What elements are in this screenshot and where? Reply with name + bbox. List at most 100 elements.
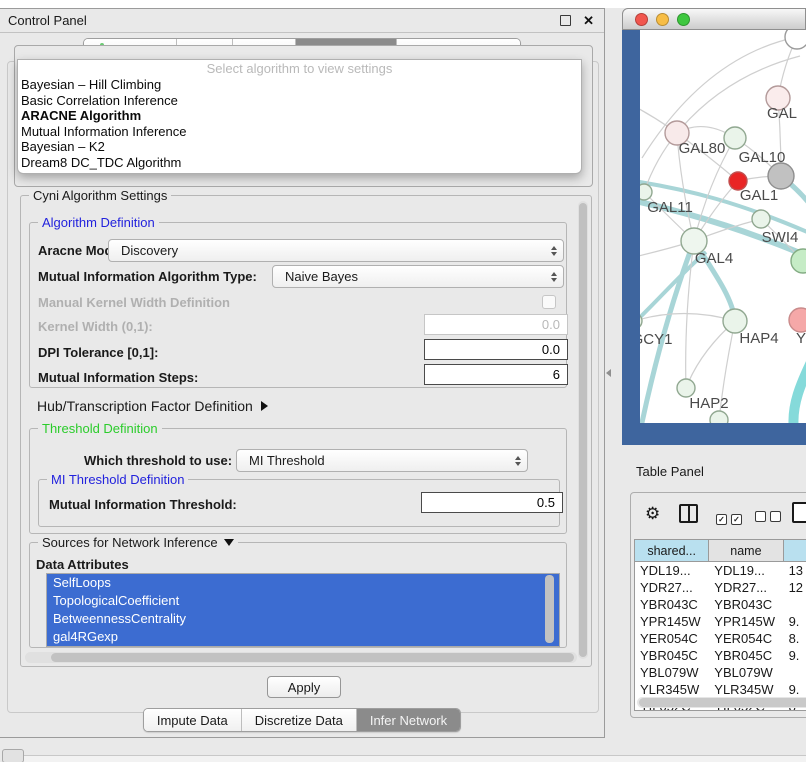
attribute-item-gal4rgexp[interactable]: gal4RGexp — [47, 628, 559, 646]
manual-kernel-width-label: Manual Kernel Width Definition — [38, 295, 230, 310]
network-window-titlebar[interactable] — [622, 8, 806, 30]
mi-algorithm-type-select[interactable]: Naive Bayes — [272, 265, 564, 288]
float-window-icon[interactable] — [560, 15, 571, 26]
table-horizontal-scrollbar[interactable] — [637, 697, 806, 708]
attribute-item-topologicalcoefficient[interactable]: TopologicalCoefficient — [47, 592, 559, 610]
expand-right-icon — [261, 401, 268, 411]
gear-icon[interactable]: ⚙ — [645, 505, 660, 522]
tab-impute-data[interactable]: Impute Data — [144, 709, 241, 731]
network-edge[interactable] — [793, 352, 806, 423]
mac-minimize-button[interactable] — [656, 13, 669, 26]
mi-threshold-group: MI Threshold Definition Mutual Informati… — [38, 479, 560, 527]
table-row[interactable]: YBR045CYBR045C9. — [635, 647, 806, 664]
scrollbar-thumb[interactable] — [545, 575, 554, 643]
attributes-scrollbar[interactable] — [545, 574, 554, 644]
algorithm-option-bayesian-hill-climbing[interactable]: Bayesian – Hill Climbing — [18, 77, 581, 93]
mi-threshold-input[interactable] — [421, 492, 563, 513]
node-label-gal11: GAL11 — [647, 199, 693, 216]
algorithm-option-aracne-algorithm[interactable]: ARACNE Algorithm — [18, 108, 581, 124]
node-table: shared...nameA YDL19...YDL19...13YDR27..… — [634, 539, 806, 711]
table-cell: YER054C — [635, 630, 709, 647]
table-row[interactable]: YER054CYER054C8. — [635, 630, 806, 647]
scrollbar-thumb[interactable] — [639, 698, 806, 707]
column-header-name[interactable]: name — [709, 540, 783, 561]
deselect-all-columns-icon[interactable] — [755, 509, 785, 527]
table-cell: YER054C — [709, 630, 783, 647]
tab-label: Infer Network — [370, 713, 447, 728]
node-label-gcy1: GCY1 — [640, 331, 672, 348]
select-all-columns-icon[interactable]: ✓✓ — [716, 509, 746, 527]
scrollbar-thumb[interactable] — [51, 653, 574, 662]
network-node-gal10[interactable] — [724, 127, 746, 149]
dpi-tolerance-input[interactable] — [424, 339, 568, 360]
cyni-algorithm-settings-group: Cyni Algorithm Settings Algorithm Defini… — [20, 195, 592, 667]
data-attributes-label: Data Attributes — [36, 557, 129, 572]
manual-kernel-width-checkbox[interactable] — [542, 295, 556, 309]
aracne-mode-value: Discovery — [121, 243, 178, 258]
export-table-icon[interactable] — [792, 502, 806, 523]
attribute-item-betweennesscentrality[interactable]: BetweennessCentrality — [47, 610, 559, 628]
settings-vertical-scrollbar[interactable] — [578, 201, 588, 659]
algorithm-option-bayesian-k2[interactable]: Bayesian – K2 — [18, 139, 581, 155]
table-cell: YDR27... — [709, 579, 783, 596]
column-header-a[interactable]: A — [784, 540, 806, 561]
table-cell: YDL19... — [709, 562, 783, 579]
network-node[interactable] — [710, 411, 728, 423]
apply-button[interactable]: Apply — [267, 676, 341, 698]
bottom-tab-group: Impute Data Discretize Data Infer Network — [143, 708, 461, 732]
table-row[interactable]: YBR043CYBR043C — [635, 596, 806, 613]
collapsed-panel-button[interactable] — [2, 749, 24, 762]
table-row[interactable]: YDR27...YDR27...12 — [635, 579, 806, 596]
column-header-shared[interactable]: shared... — [635, 540, 709, 561]
algorithm-option-mutual-information-inference[interactable]: Mutual Information Inference — [18, 124, 581, 140]
table-cell: YBL079W — [709, 664, 783, 681]
columns-icon[interactable] — [679, 504, 698, 523]
sources-group-title[interactable]: Sources for Network Inference — [38, 535, 238, 550]
node-label-y: Y — [796, 330, 806, 347]
table-cell: YLR345W — [635, 681, 709, 698]
attribute-item-selfloops[interactable]: SelfLoops — [47, 574, 559, 592]
algorithm-dropdown-popup: Select algorithm to view settings Bayesi… — [17, 59, 582, 174]
table-body: YDL19...YDL19...13YDR27...YDR27...12YBR0… — [635, 562, 806, 711]
panel-splitter-handle[interactable] — [606, 369, 611, 377]
table-cell: YBL079W — [635, 664, 709, 681]
node-label-gal1: GAL1 — [740, 187, 778, 204]
network-node[interactable] — [785, 30, 806, 49]
mac-close-button[interactable] — [635, 13, 648, 26]
mac-zoom-button[interactable] — [677, 13, 690, 26]
network-canvas[interactable]: GALGAL80GAL10GAL1GAL11SWI4GAL4GCY1HAP4YH… — [640, 30, 806, 423]
kernel-width-label: Kernel Width (0,1): — [38, 319, 153, 334]
table-row[interactable]: YBL079WYBL079W — [635, 664, 806, 681]
algorithm-definition-title: Algorithm Definition — [38, 215, 159, 230]
hub-definition-toggle[interactable]: Hub/Transcription Factor Definition — [37, 398, 268, 414]
algorithm-definition-group: Algorithm Definition Aracne Mode: Discov… — [29, 222, 567, 388]
which-threshold-select[interactable]: MI Threshold — [236, 449, 528, 472]
aracne-mode-select[interactable]: Discovery — [108, 239, 564, 262]
network-node-y[interactable] — [789, 308, 806, 332]
tab-label: Impute Data — [157, 713, 228, 728]
algorithm-option-list: Bayesian – Hill ClimbingBasic Correlatio… — [18, 77, 581, 170]
tab-infer-network[interactable]: Infer Network — [356, 709, 460, 731]
tab-discretize-data[interactable]: Discretize Data — [241, 709, 356, 731]
data-attributes-list[interactable]: SelfLoopsTopologicalCoefficientBetweenne… — [46, 573, 560, 647]
dpi-tolerance-label: DPI Tolerance [0,1]: — [38, 345, 158, 360]
table-cell: 12 — [784, 579, 806, 596]
scrollbar-thumb[interactable] — [579, 203, 587, 657]
algorithm-option-dream8-dc-tdc-algorithm[interactable]: Dream8 DC_TDC Algorithm — [18, 155, 581, 171]
network-node[interactable] — [768, 163, 794, 189]
table-cell: YBR045C — [635, 647, 709, 664]
hub-definition-label: Hub/Transcription Factor Definition — [37, 398, 253, 414]
table-row[interactable]: YPR145WYPR145W9. — [635, 613, 806, 630]
network-view-window: GALGAL80GAL10GAL1GAL11SWI4GAL4GCY1HAP4YH… — [622, 8, 806, 445]
table-row[interactable]: YLR345WYLR345W9. — [635, 681, 806, 698]
network-node-gal1[interactable] — [752, 210, 770, 228]
mi-steps-input[interactable] — [424, 364, 568, 385]
close-icon[interactable]: ✕ — [583, 14, 594, 27]
algorithm-option-basic-correlation-inference[interactable]: Basic Correlation Inference — [18, 93, 581, 109]
table-cell: 13 — [784, 562, 806, 579]
network-node-gal11[interactable] — [640, 184, 652, 200]
table-row[interactable]: YDL19...YDL19...13 — [635, 562, 806, 579]
settings-horizontal-scrollbar[interactable] — [25, 652, 577, 663]
kernel-width-input[interactable] — [424, 314, 568, 335]
node-label-gal4: GAL4 — [695, 250, 733, 267]
